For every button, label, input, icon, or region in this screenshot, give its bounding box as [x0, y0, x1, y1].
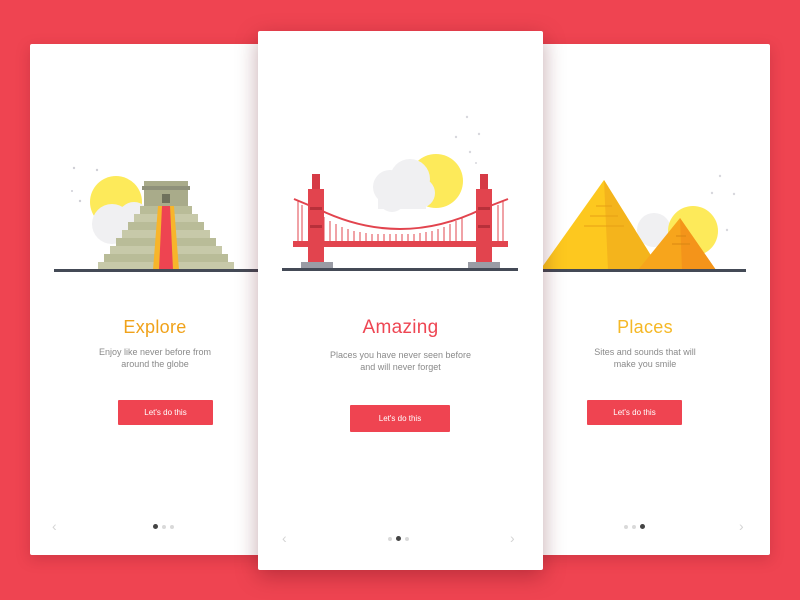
- ground-line: [520, 269, 746, 272]
- page-dot-2[interactable]: [162, 524, 166, 529]
- screen-description: Places you have never seen before and wi…: [329, 350, 472, 372]
- bridge-deck: [293, 241, 508, 247]
- lets-do-this-button[interactable]: Let's do this: [350, 405, 450, 432]
- lets-do-this-button[interactable]: Let's do this: [118, 400, 213, 425]
- chevron-right-icon[interactable]: ›: [510, 531, 515, 545]
- chevron-left-icon[interactable]: ‹: [52, 519, 57, 533]
- cloud-icon: [373, 159, 435, 212]
- page-dot-2[interactable]: [396, 536, 401, 541]
- sparkle-stars: [454, 115, 481, 164]
- egypt-pyramids-illustration: [520, 174, 746, 272]
- onboarding-card-places: Places Sites and sounds that will make y…: [520, 44, 770, 555]
- pyramid-temple-illustration: [54, 166, 280, 272]
- page-dot-3[interactable]: [405, 536, 409, 541]
- golden-gate-bridge-illustration: [282, 115, 518, 271]
- onboarding-card-explore: Explore Enjoy like never before from aro…: [30, 44, 280, 555]
- screen-title: Explore: [123, 317, 187, 337]
- page-dot-1[interactable]: [624, 524, 628, 529]
- pagination-dots: [388, 536, 409, 541]
- ground-line: [282, 268, 518, 271]
- page-dot-3[interactable]: [640, 524, 645, 529]
- lets-do-this-button[interactable]: Let's do this: [587, 400, 682, 425]
- chevron-left-icon[interactable]: ‹: [282, 531, 287, 545]
- screen-description: Sites and sounds that will make you smil…: [594, 347, 696, 369]
- pagination-dots: [153, 524, 174, 529]
- screen-description: Enjoy like never before from around the …: [98, 347, 212, 369]
- page-dot-1[interactable]: [388, 536, 392, 541]
- screen-title: Amazing: [362, 317, 439, 338]
- right-tower: [468, 174, 500, 269]
- pagination-dots: [624, 524, 645, 529]
- ground-line: [54, 269, 280, 272]
- onboarding-card-amazing: Amazing Places you have never seen befor…: [258, 31, 543, 570]
- left-tower: [301, 174, 333, 269]
- chevron-right-icon[interactable]: ›: [739, 519, 744, 533]
- page-dot-1[interactable]: [153, 524, 158, 529]
- page-dot-3[interactable]: [170, 524, 174, 529]
- screen-title: Places: [617, 317, 673, 337]
- page-dot-2[interactable]: [632, 524, 636, 529]
